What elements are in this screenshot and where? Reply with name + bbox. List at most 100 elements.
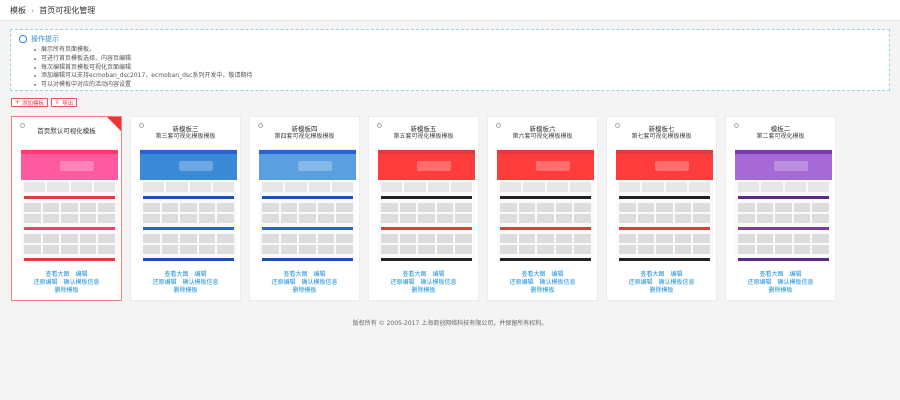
tips-title: 操作提示	[19, 34, 881, 43]
download-icon: ⇩	[55, 99, 61, 106]
preview-grid	[378, 201, 475, 225]
delete-template-link[interactable]: 删除模板	[411, 287, 435, 294]
preview-header	[616, 143, 713, 150]
preview-floor-bar	[500, 227, 591, 230]
preview-grid	[378, 232, 475, 256]
confirm-info-link[interactable]: 确认模板信息	[778, 279, 814, 286]
template-card[interactable]: 模板二 第二套可视化模板 查看大图 编辑 还原编辑 确认模板信息 删除模板	[725, 116, 836, 301]
preview-header	[378, 143, 475, 150]
footer-copyright: 版权所有 © 2005-2017 上海商创网络科技有限公司，并保留所有权利。	[352, 320, 548, 327]
confirm-info-link[interactable]: 确认模板信息	[302, 279, 338, 286]
template-preview-image[interactable]	[21, 143, 118, 261]
edit-link[interactable]: 编辑	[195, 271, 207, 278]
restore-link[interactable]: 还原编辑	[152, 279, 176, 286]
edit-link[interactable]: 编辑	[552, 271, 564, 278]
delete-template-link[interactable]: 删除模板	[173, 287, 197, 294]
view-large-link[interactable]: 查看大图	[402, 271, 426, 278]
template-preview-image[interactable]	[140, 143, 237, 261]
preview-banner	[497, 154, 594, 180]
preview-banner-text	[654, 161, 689, 171]
preview-grid	[616, 232, 713, 256]
lightbulb-icon	[19, 34, 27, 43]
preview-banner-text	[178, 161, 213, 171]
breadcrumb-root[interactable]: 模板	[10, 5, 26, 16]
edit-link[interactable]: 编辑	[314, 271, 326, 278]
edit-link[interactable]: 编辑	[433, 271, 445, 278]
confirm-info-link[interactable]: 确认模板信息	[540, 279, 576, 286]
preview-row	[735, 180, 832, 194]
confirm-info-link[interactable]: 确认模板信息	[421, 279, 457, 286]
delete-template-link[interactable]: 删除模板	[530, 287, 554, 294]
restore-link[interactable]: 还原编辑	[390, 279, 414, 286]
preview-floor-bar	[738, 258, 829, 261]
preview-floor-bar	[619, 227, 710, 230]
preview-grid	[497, 232, 594, 256]
template-preview-image[interactable]	[378, 143, 475, 261]
preview-grid	[21, 232, 118, 256]
view-large-link[interactable]: 查看大图	[283, 271, 307, 278]
delete-template-link[interactable]: 删除模板	[649, 287, 673, 294]
confirm-info-link[interactable]: 确认模板信息	[183, 279, 219, 286]
preview-floor-bar	[381, 227, 472, 230]
restore-link[interactable]: 还原编辑	[271, 279, 295, 286]
preview-floor-bar	[500, 196, 591, 199]
restore-link[interactable]: 还原编辑	[509, 279, 533, 286]
edit-link[interactable]: 编辑	[76, 271, 88, 278]
preview-grid	[259, 232, 356, 256]
tip-item: 可以对模板中对应的活动内容设置	[34, 81, 881, 90]
delete-template-link[interactable]: 删除模板	[292, 287, 316, 294]
view-large-link[interactable]: 查看大图	[45, 271, 69, 278]
template-card[interactable]: 首页默认可视化模板查看大图 编辑还原编辑 确认模板信息 删除模板	[11, 116, 122, 301]
add-template-button[interactable]: + 添加模板	[11, 98, 49, 107]
preview-floor-bar	[24, 196, 115, 199]
template-desc: 第四套可视化模板模板	[274, 133, 335, 140]
view-large-link[interactable]: 查看大图	[640, 271, 664, 278]
delete-template-link[interactable]: 删除模板	[54, 287, 78, 294]
edit-link[interactable]: 编辑	[790, 271, 802, 278]
preview-grid	[735, 232, 832, 256]
template-card[interactable]: 新模板五 第五套可视化模板模板 查看大图 编辑 还原编辑 确认模板信息 删除模板	[368, 116, 479, 301]
preview-header	[259, 143, 356, 150]
template-preview-image[interactable]	[616, 143, 713, 261]
delete-template-link[interactable]: 删除模板	[768, 287, 792, 294]
preview-floor-bar	[262, 227, 353, 230]
template-desc: 第二套可视化模板	[756, 133, 805, 140]
operation-tips: 操作提示 展示所有页面模板。 可进行首页模板选择、内容页编辑 每次编辑首页模板可…	[10, 29, 890, 91]
preview-floor-bar	[500, 258, 591, 261]
template-desc: 第五套可视化模板模板	[393, 133, 454, 140]
template-card[interactable]: 新模板六 第六套可视化模板模板 查看大图 编辑 还原编辑 确认模板信息 删除模板	[487, 116, 598, 301]
restore-link[interactable]: 还原编辑	[628, 279, 652, 286]
view-large-link[interactable]: 查看大图	[164, 271, 188, 278]
template-actions: 查看大图 编辑还原编辑 确认模板信息 删除模板	[250, 271, 359, 295]
template-actions: 查看大图 编辑还原编辑 确认模板信息 删除模板	[369, 271, 478, 295]
confirm-info-link[interactable]: 确认模板信息	[659, 279, 695, 286]
preview-banner	[140, 154, 237, 180]
add-template-label: 添加模板	[22, 100, 45, 107]
preview-banner-text	[59, 161, 94, 171]
template-actions: 查看大图 编辑还原编辑 确认模板信息 删除模板	[12, 271, 121, 295]
template-preview-image[interactable]	[735, 143, 832, 261]
template-card[interactable]: 新模板三 第三套可视化模板模板 查看大图 编辑 还原编辑 确认模板信息 删除模板	[130, 116, 241, 301]
confirm-info-link[interactable]: 确认模板信息	[64, 279, 100, 286]
tip-item: 可进行首页模板选择、内容页编辑	[34, 55, 881, 64]
preview-grid	[735, 201, 832, 225]
preview-header	[497, 143, 594, 150]
breadcrumb-current: 首页可视化管理	[39, 5, 96, 15]
template-preview-image[interactable]	[497, 143, 594, 261]
preview-floor-bar	[619, 196, 710, 199]
template-card[interactable]: 新模板四 第四套可视化模板模板 查看大图 编辑 还原编辑 确认模板信息 删除模板	[249, 116, 360, 301]
template-card[interactable]: 新模板七 第七套可视化模板模板 查看大图 编辑 还原编辑 确认模板信息 删除模板	[606, 116, 717, 301]
template-preview-image[interactable]	[259, 143, 356, 261]
restore-link[interactable]: 还原编辑	[747, 279, 771, 286]
template-name: 首页默认可视化模板	[37, 127, 96, 135]
view-large-link[interactable]: 查看大图	[759, 271, 783, 278]
preview-floor-bar	[381, 196, 472, 199]
edit-link[interactable]: 编辑	[671, 271, 683, 278]
preview-floor-bar	[738, 227, 829, 230]
restore-link[interactable]: 还原编辑	[33, 279, 57, 286]
template-desc: 第六套可视化模板模板	[512, 133, 573, 140]
view-large-link[interactable]: 查看大图	[521, 271, 545, 278]
breadcrumb-separator: ›	[31, 5, 35, 15]
preview-floor-bar	[24, 258, 115, 261]
export-button[interactable]: ⇩ 导出	[51, 98, 78, 107]
